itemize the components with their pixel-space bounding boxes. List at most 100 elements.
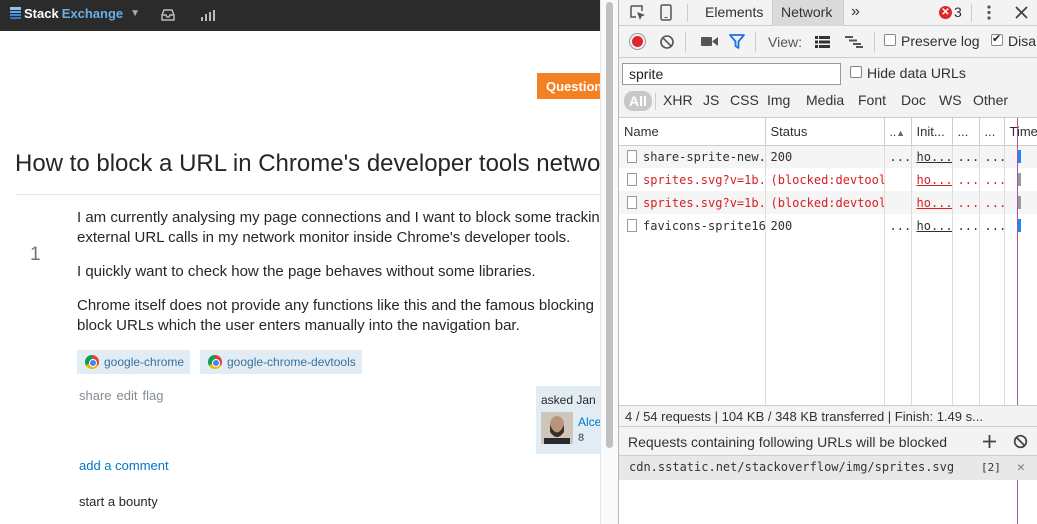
post-paragraph-2: I quickly want to check how the page beh…	[77, 263, 536, 280]
chevron-down-icon[interactable]: ▼	[130, 8, 140, 19]
close-icon[interactable]	[1015, 6, 1028, 19]
request-name[interactable]: sprites.svg?v=1b...	[619, 168, 766, 191]
kebab-menu-icon[interactable]	[987, 4, 991, 21]
toolbar-divider	[687, 4, 688, 22]
type-filter-js[interactable]: JS	[703, 92, 719, 108]
stackexchange-icon	[10, 7, 21, 20]
col-name[interactable]: Name	[619, 118, 766, 146]
table-row[interactable]: favicons-sprite16...200...ho.........	[619, 214, 1037, 237]
tag-google-chrome[interactable]: google-chrome	[77, 350, 191, 374]
col-timeline[interactable]: Timel	[1004, 118, 1037, 146]
start-bounty-link[interactable]: start a bounty	[79, 494, 158, 509]
tag-google-chrome-devtools[interactable]: google-chrome-devtools	[200, 350, 362, 374]
tab-elements[interactable]: Elements	[705, 0, 763, 26]
ask-question-button[interactable]: Question	[537, 73, 600, 99]
clear-patterns-icon[interactable]	[1013, 434, 1028, 449]
remove-pattern-icon[interactable]: ✕	[1017, 460, 1025, 475]
initiator-link[interactable]: ho...	[917, 173, 952, 187]
achievements-icon[interactable]	[200, 8, 216, 22]
type-filter-css[interactable]: CSS	[730, 92, 759, 108]
question-title[interactable]: How to block a URL in Chrome's developer…	[15, 150, 600, 178]
more-tabs-button[interactable]: »	[851, 0, 860, 25]
devtools-tabbar: Elements Network » ✕ 3	[619, 0, 1037, 26]
view-label: View:	[768, 34, 802, 50]
col-status[interactable]: Status	[765, 118, 885, 146]
edit-link[interactable]: edit	[117, 388, 138, 403]
table-row[interactable]: sprites.svg?v=1b...(blocked:devtools) ho.…	[619, 168, 1037, 191]
filter-icon[interactable]	[729, 34, 745, 49]
table-row[interactable]: sprites.svg?v=1b...(blocked:devtools) ho.…	[619, 191, 1037, 214]
title-divider	[15, 194, 600, 195]
inbox-icon[interactable]	[160, 8, 176, 22]
request-col3: ...	[884, 214, 912, 237]
request-initiator[interactable]: ho...	[911, 191, 953, 214]
request-table: Name Status ..▲ Init... ... ... Timel sh…	[619, 118, 1037, 237]
flag-link[interactable]: flag	[143, 388, 164, 403]
filter-input[interactable]	[622, 63, 841, 85]
request-initiator[interactable]: ho...	[911, 214, 953, 237]
type-filter-all[interactable]: All	[624, 91, 652, 111]
request-col5: ...	[952, 191, 980, 214]
post-paragraph-3a: Chrome itself does not provide any funct…	[77, 297, 594, 314]
hide-data-urls-label: Hide data URLs	[867, 65, 966, 81]
col-sorted[interactable]: ..▲	[884, 118, 912, 146]
request-name[interactable]: share-sprite-new...	[619, 145, 766, 168]
col-6[interactable]: ...	[979, 118, 1005, 146]
devtools-panel: Elements Network » ✕ 3 View: Preserve lo…	[618, 0, 1037, 524]
request-timeline	[1004, 191, 1037, 214]
user-card: asked Jan Alce 8	[536, 386, 600, 454]
col-initiator[interactable]: Init...	[911, 118, 953, 146]
toolbar-divider	[971, 4, 972, 22]
request-name[interactable]: sprites.svg?v=1b...	[619, 191, 766, 214]
type-filter-doc[interactable]: Doc	[901, 92, 926, 108]
type-filter-other[interactable]: Other	[973, 92, 1008, 108]
device-toolbar-icon[interactable]	[660, 4, 672, 21]
file-icon	[627, 149, 637, 163]
request-initiator[interactable]: ho...	[911, 168, 953, 191]
initiator-link[interactable]: ho...	[917, 150, 952, 164]
post-paragraph-1a: I am currently analysing my page connect…	[77, 209, 600, 226]
error-count[interactable]: 3	[954, 4, 962, 20]
page-scrollbar[interactable]	[600, 0, 618, 524]
large-rows-icon[interactable]	[815, 36, 830, 48]
add-pattern-icon[interactable]	[983, 435, 996, 448]
user-name-link[interactable]: Alce	[578, 415, 600, 429]
type-filter-media[interactable]: Media	[806, 92, 844, 108]
waterfall-overview-icon[interactable]	[845, 36, 863, 48]
type-filter-img[interactable]: Img	[767, 92, 790, 108]
network-toolbar: View: Preserve log Disa	[619, 26, 1037, 58]
table-row[interactable]: share-sprite-new...200...ho.........	[619, 145, 1037, 168]
inspect-element-icon[interactable]	[630, 5, 646, 21]
type-filter-ws[interactable]: WS	[939, 92, 962, 108]
type-filter-font[interactable]: Font	[858, 92, 886, 108]
blocked-url: cdn.sstatic.net/stackoverflow/img/sprite…	[629, 460, 955, 474]
hide-data-urls-checkbox[interactable]	[850, 66, 862, 78]
request-name[interactable]: favicons-sprite16...	[619, 214, 766, 237]
disable-cache-checkbox[interactable]	[991, 32, 1003, 46]
stackexchange-logo[interactable]: Stack Exchange ▼	[10, 6, 140, 21]
type-filter-xhr[interactable]: XHR	[663, 92, 693, 108]
preserve-log-checkbox[interactable]	[884, 34, 896, 46]
table-header: Name Status ..▲ Init... ... ... Timel	[619, 118, 1037, 146]
col-5[interactable]: ...	[952, 118, 980, 146]
request-col3	[884, 191, 912, 214]
avatar[interactable]	[541, 412, 573, 444]
request-initiator[interactable]: ho...	[911, 145, 953, 168]
scrollbar-thumb[interactable]	[606, 2, 613, 448]
sort-ascending-icon: ▲	[896, 127, 906, 138]
request-name-text: sprites.svg?v=1b...	[643, 195, 764, 210]
add-comment-link[interactable]: add a comment	[79, 458, 169, 473]
record-button[interactable]	[630, 34, 645, 49]
brand-stack: Stack	[24, 6, 59, 21]
initiator-link[interactable]: ho...	[917, 219, 952, 233]
toolbar-divider	[655, 93, 656, 110]
request-blocking-title: Requests containing following URLs will …	[628, 434, 948, 450]
capture-screenshots-icon[interactable]	[701, 36, 718, 47]
tab-network[interactable]: Network	[772, 0, 844, 26]
clear-icon[interactable]	[659, 34, 675, 50]
share-link[interactable]: share	[79, 388, 112, 403]
error-icon[interactable]: ✕	[939, 6, 952, 19]
blocked-url-row[interactable]: cdn.sstatic.net/stackoverflow/img/sprite…	[619, 456, 1037, 480]
initiator-link[interactable]: ho...	[917, 196, 952, 210]
tag-label: google-chrome-devtools	[227, 355, 356, 369]
